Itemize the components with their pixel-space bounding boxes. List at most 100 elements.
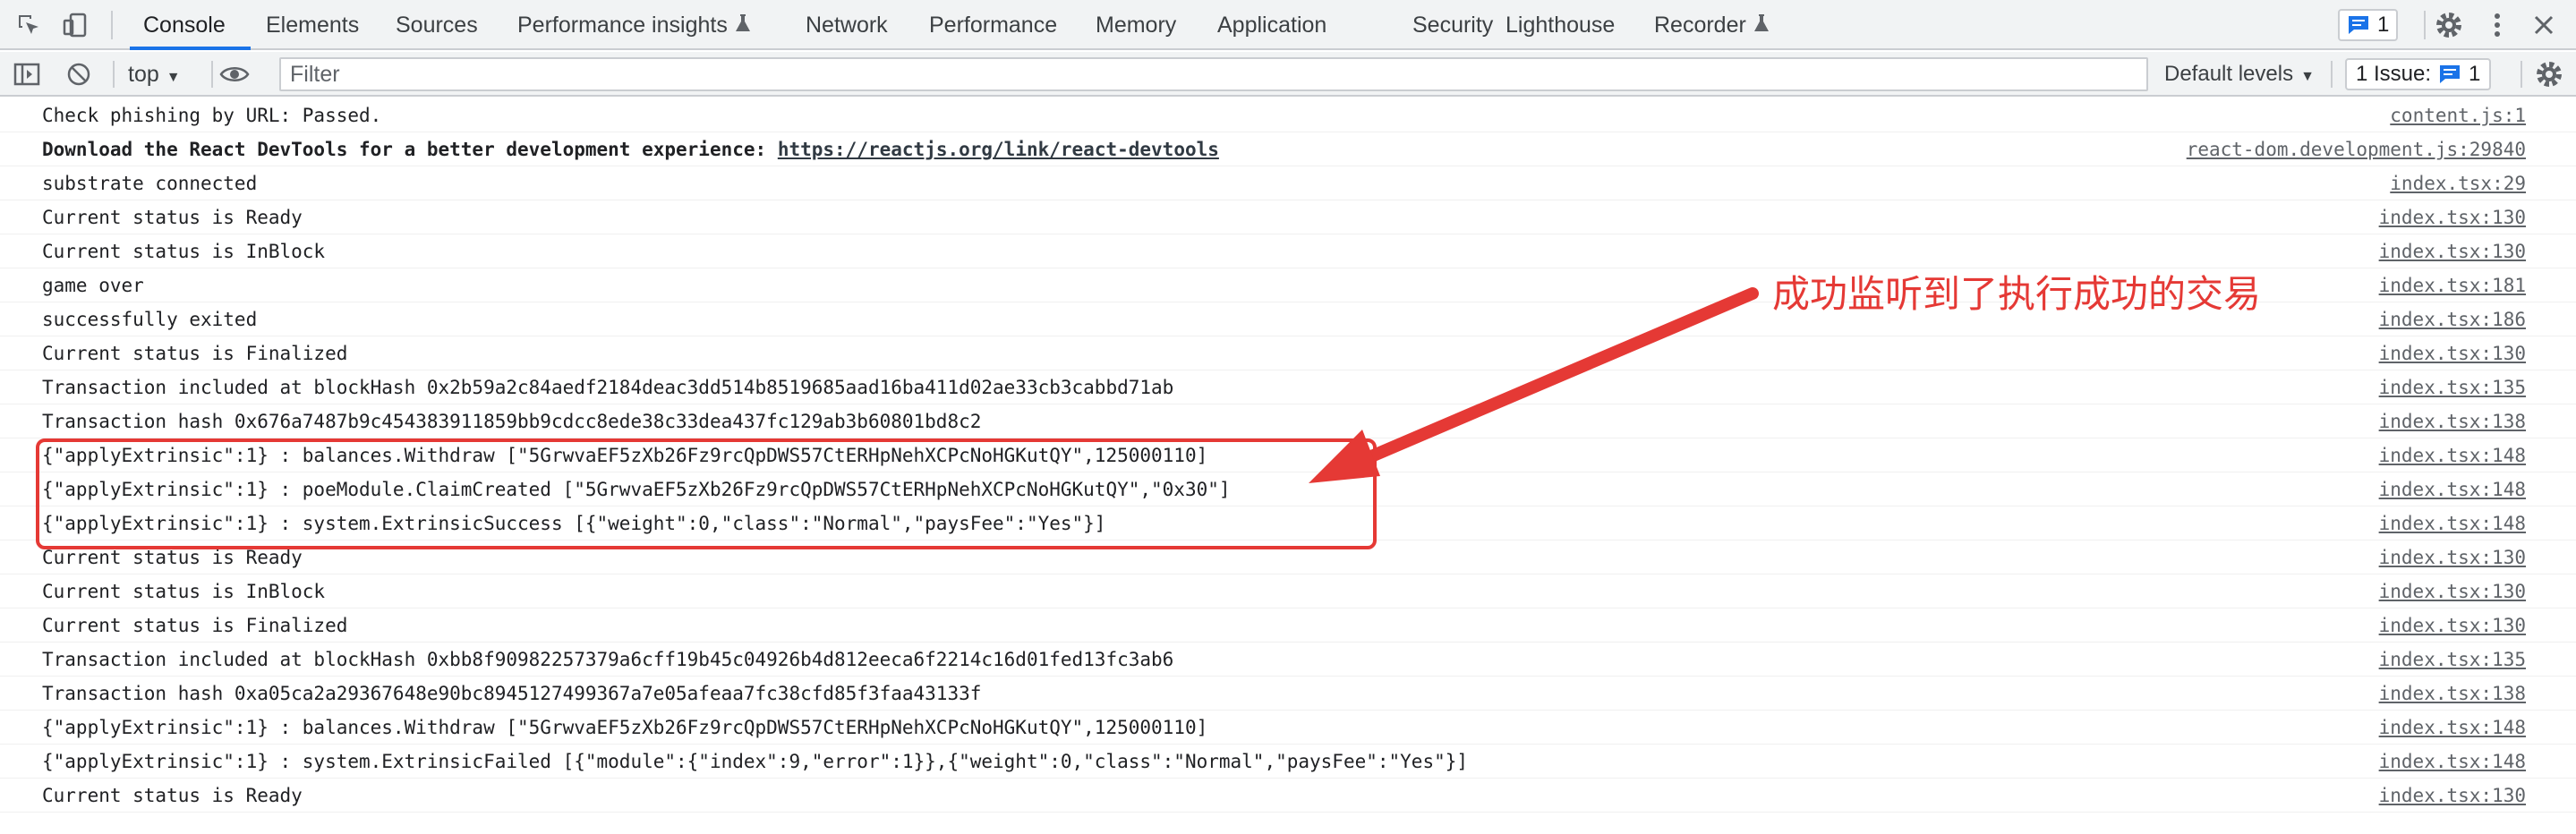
source-link[interactable]: index.tsx:130 (2379, 540, 2526, 574)
messages-count: 1 (2377, 13, 2390, 37)
source-link[interactable]: index.tsx:130 (2379, 608, 2526, 643)
source-link[interactable]: index.tsx:130 (2379, 200, 2526, 234)
console-message: Transaction included at blockHash 0xbb8f… (42, 649, 1174, 670)
console-row: Download the React DevTools for a better… (0, 132, 2576, 166)
source-link[interactable]: index.tsx:138 (2379, 404, 2526, 438)
console-message: Current status is Finalized (42, 343, 348, 364)
message-icon (2440, 65, 2461, 83)
console-row: {"applyExtrinsic":1} : balances.Withdraw… (0, 711, 2576, 745)
tab-security[interactable]: Security (1412, 0, 1493, 50)
messages-badge[interactable]: 1 (2338, 9, 2399, 41)
source-link[interactable]: react-dom.development.js:29840 (2187, 132, 2526, 166)
context-label: top (128, 62, 159, 87)
context-selector[interactable]: top ▼ (128, 52, 181, 97)
console-row: Current status is Ready index.tsx:130 (0, 200, 2576, 234)
console-message: Transaction hash 0x676a7487b9c4543839118… (42, 411, 982, 432)
console-row: Current status is Finalized index.tsx:130 (0, 336, 2576, 370)
console-message: {"applyExtrinsic":1} : system.ExtrinsicF… (42, 751, 1469, 772)
console-row: substrate connected index.tsx:29 (0, 166, 2576, 200)
console-row: Transaction included at blockHash 0xbb8f… (0, 643, 2576, 677)
levels-label: Default levels (2164, 62, 2294, 86)
toolbar-divider (111, 11, 113, 39)
tab-recorder[interactable]: Recorder (1654, 0, 1770, 50)
console-message: game over (42, 275, 144, 296)
tab-performance-insights[interactable]: Performance insights (517, 0, 751, 50)
console-message: Check phishing by URL: Passed. (42, 105, 382, 126)
source-link[interactable]: index.tsx:148 (2379, 745, 2526, 779)
console-message: successfully exited (42, 309, 258, 330)
tab-application[interactable]: Application (1217, 0, 1326, 50)
dropdown-arrow-icon: ▼ (166, 70, 181, 85)
experimental-flask-icon (1753, 14, 1769, 32)
toolbar-divider (2331, 61, 2333, 88)
active-tab-indicator (130, 47, 251, 50)
tab-label: Memory (1096, 13, 1177, 38)
tab-label: Performance (929, 13, 1058, 38)
tab-memory[interactable]: Memory (1096, 0, 1176, 50)
tab-console[interactable]: Console (143, 0, 226, 50)
console-settings-gear-icon[interactable] (2533, 58, 2565, 90)
tab-lighthouse[interactable]: Lighthouse (1506, 0, 1615, 50)
source-link[interactable]: index.tsx:130 (2379, 779, 2526, 813)
tab-label: Recorder (1654, 13, 1746, 38)
show-sidebar-icon[interactable] (11, 58, 43, 90)
tab-performance[interactable]: Performance (929, 0, 1057, 50)
console-message: Transaction hash 0xa05ca2a29367648e90bc8… (42, 683, 982, 704)
message-text: Download the React DevTools for a better… (42, 139, 778, 160)
source-link[interactable]: index.tsx:148 (2379, 472, 2526, 506)
tab-sources[interactable]: Sources (396, 0, 478, 50)
console-row: Transaction hash 0xa05ca2a29367648e90bc8… (0, 677, 2576, 711)
console-message: Current status is InBlock (42, 241, 326, 262)
console-row: Current status is InBlock index.tsx:130 (0, 574, 2576, 608)
annotation-label: 成功监听到了执行成功的交易 (1772, 272, 2262, 316)
console-message: Transaction included at blockHash 0x2b59… (42, 377, 1174, 398)
source-link[interactable]: index.tsx:135 (2379, 370, 2526, 404)
tab-label: Network (806, 13, 888, 38)
tab-label: Application (1217, 13, 1327, 38)
tab-label: Lighthouse (1506, 13, 1616, 38)
message-icon (2349, 16, 2368, 34)
more-options-icon[interactable] (2481, 9, 2513, 41)
console-message: Current status is Ready (42, 207, 303, 228)
source-link[interactable]: content.js:1 (2390, 98, 2526, 132)
console-message: Download the React DevTools for a better… (42, 132, 1219, 166)
tab-elements[interactable]: Elements (266, 0, 359, 50)
device-toolbar-icon[interactable] (59, 9, 91, 41)
tab-network[interactable]: Network (806, 0, 888, 50)
console-row: Current status is Ready index.tsx:130 (0, 779, 2576, 813)
source-link[interactable]: index.tsx:148 (2379, 438, 2526, 472)
toolbar-divider (2424, 11, 2426, 39)
console-row: Current status is Finalized index.tsx:130 (0, 608, 2576, 643)
devtools-tab-bar: Console Elements Sources Performance ins… (0, 0, 2576, 50)
console-message: Current status is InBlock (42, 581, 326, 602)
tab-label: Performance insights (517, 13, 728, 38)
annotation-highlight-box (36, 438, 1377, 549)
source-link[interactable]: index.tsx:29 (2390, 166, 2526, 200)
console-message: Current status is Ready (42, 785, 303, 806)
dropdown-arrow-icon: ▼ (2300, 69, 2315, 84)
log-levels-dropdown[interactable]: Default levels ▼ (2164, 52, 2315, 97)
toolbar-divider (113, 61, 115, 88)
react-devtools-link[interactable]: https://reactjs.org/link/react-devtools (778, 139, 1219, 160)
source-link[interactable]: index.tsx:148 (2379, 506, 2526, 540)
source-link[interactable]: index.tsx:138 (2379, 677, 2526, 711)
console-message: substrate connected (42, 173, 258, 194)
source-link[interactable]: index.tsx:148 (2379, 711, 2526, 745)
console-row: Check phishing by URL: Passed. content.js… (0, 98, 2576, 132)
source-link[interactable]: index.tsx:181 (2379, 268, 2526, 302)
source-link[interactable]: index.tsx:130 (2379, 234, 2526, 268)
live-expression-eye-icon[interactable] (218, 58, 251, 90)
source-link[interactable]: index.tsx:130 (2379, 574, 2526, 608)
console-toolbar: top ▼ Filter Default levels ▼ 1 Issue: 1 (0, 52, 2576, 97)
console-message: Current status is Finalized (42, 615, 348, 636)
issues-button[interactable]: 1 Issue: 1 (2345, 58, 2492, 90)
clear-console-icon[interactable] (63, 58, 95, 90)
close-icon[interactable] (2528, 9, 2560, 41)
source-link[interactable]: index.tsx:135 (2379, 643, 2526, 677)
console-message: {"applyExtrinsic":1} : balances.Withdraw… (42, 717, 1208, 738)
settings-gear-icon[interactable] (2433, 9, 2465, 41)
source-link[interactable]: index.tsx:186 (2379, 302, 2526, 336)
inspect-element-icon[interactable] (13, 9, 45, 41)
source-link[interactable]: index.tsx:130 (2379, 336, 2526, 370)
filter-input[interactable]: Filter (279, 57, 2148, 91)
